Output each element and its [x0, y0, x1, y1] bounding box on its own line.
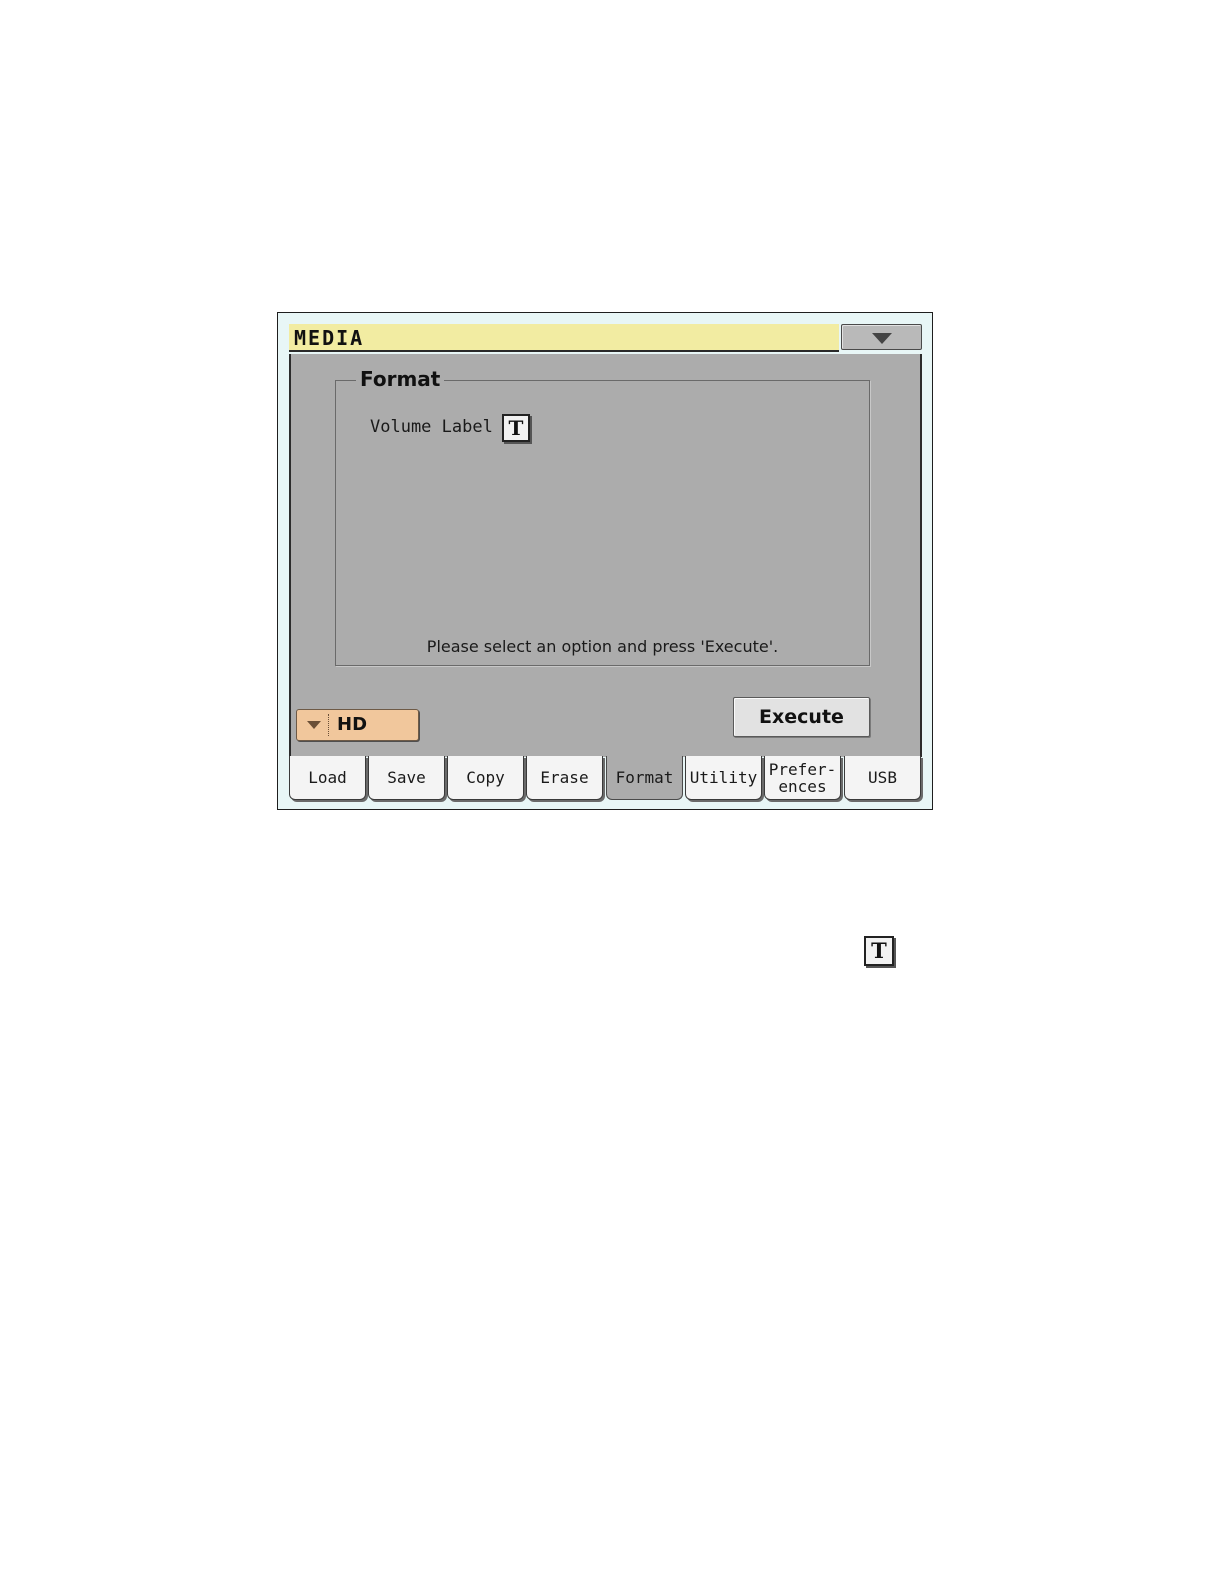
execute-button[interactable]: Execute: [733, 697, 870, 737]
format-group-title: Format: [356, 367, 445, 391]
volume-label-text: Volume Label: [370, 417, 493, 437]
dropdown-arrow-icon: [307, 721, 321, 729]
tab-label: Utility: [689, 768, 758, 787]
tab-load[interactable]: Load: [289, 756, 366, 800]
tab-usb[interactable]: USB: [844, 756, 921, 800]
main-panel: Format Volume Label T Please select an o…: [289, 354, 922, 757]
triangle-down-icon: [872, 333, 892, 344]
format-group: Format Volume Label T Please select an o…: [335, 367, 870, 666]
instruction-text: Please select an option and press 'Execu…: [426, 637, 779, 656]
divider: [328, 714, 329, 736]
tab-label: Erase: [540, 768, 589, 787]
tab-label: Save: [387, 768, 426, 787]
tab-utility[interactable]: Utility: [685, 756, 762, 800]
tab-label: Copy: [466, 768, 505, 787]
device-select-value: HD: [337, 714, 368, 735]
tab-label: Format: [615, 768, 674, 787]
device-select-button[interactable]: HD: [296, 709, 419, 741]
text-edit-icon: T: [864, 936, 894, 966]
title-bar: MEDIA: [289, 324, 839, 352]
tab-preferences[interactable]: Prefer- ences: [764, 756, 841, 800]
tab-label: Load: [308, 768, 347, 787]
tab-label: USB: [868, 768, 897, 787]
tab-bar: Load Save Copy Erase Format Utility Pref…: [289, 756, 922, 800]
tab-label: Prefer- ences: [768, 759, 837, 796]
media-screen: MEDIA Format Volume Label T Please selec…: [277, 312, 933, 810]
tab-format[interactable]: Format: [606, 756, 683, 800]
text-edit-icon[interactable]: T: [502, 414, 530, 442]
page-menu-button[interactable]: [841, 324, 922, 350]
tab-erase[interactable]: Erase: [526, 756, 603, 800]
tab-copy[interactable]: Copy: [447, 756, 524, 800]
page-title: MEDIA: [294, 326, 365, 350]
tab-save[interactable]: Save: [368, 756, 445, 800]
